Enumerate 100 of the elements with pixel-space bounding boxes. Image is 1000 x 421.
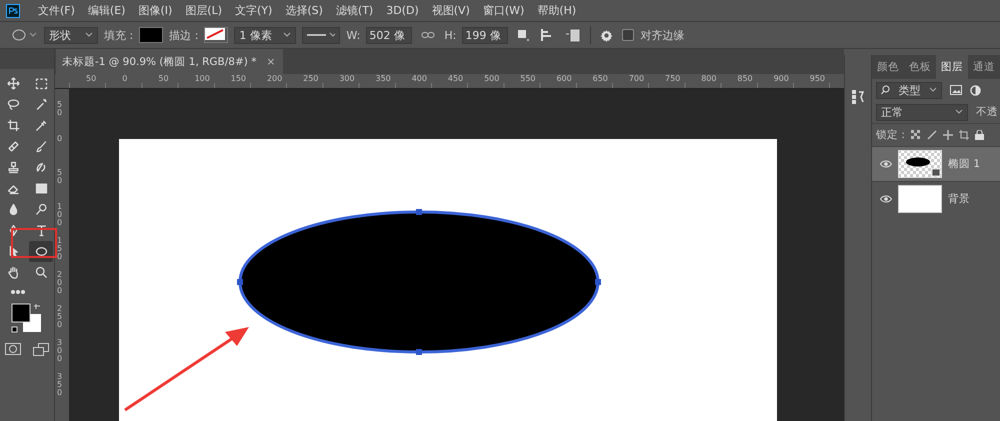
mode-dropdown[interactable]: 形状 bbox=[44, 26, 98, 44]
close-tab-button[interactable]: × bbox=[266, 56, 276, 68]
panel-tab[interactable]: 图层 bbox=[936, 55, 968, 79]
menu-item[interactable]: 编辑(E) bbox=[88, 3, 126, 18]
stack-arrange-icon[interactable] bbox=[565, 28, 582, 42]
move-lock-icon[interactable] bbox=[942, 130, 953, 140]
ruler-label: 700 bbox=[628, 74, 646, 85]
menu-item[interactable]: 图层(L) bbox=[185, 3, 222, 18]
layer-row[interactable]: 椭圆 1 bbox=[872, 146, 1000, 181]
stroke-label: 描边 : bbox=[169, 28, 198, 42]
path-operations-icon[interactable] bbox=[517, 29, 530, 41]
ruler-label: 350 bbox=[56, 373, 63, 399]
ruler-label: 900 bbox=[772, 74, 790, 85]
width-field[interactable]: 502 像 bbox=[366, 26, 412, 44]
document-tab[interactable]: 未标题-1 @ 90.9% (椭圆 1, RGB/8#) * × bbox=[56, 49, 284, 74]
more-tools-icon[interactable] bbox=[10, 289, 26, 295]
image-filter-icon[interactable] bbox=[950, 85, 962, 95]
eye-icon[interactable] bbox=[880, 195, 892, 203]
ellipse-shape[interactable] bbox=[237, 209, 601, 355]
healing-icon bbox=[6, 139, 20, 154]
ellipse-icon bbox=[34, 244, 48, 259]
ruler-label: 50 bbox=[85, 74, 98, 85]
ruler-label: 150 bbox=[230, 74, 248, 85]
opacity-label: 不透 bbox=[976, 105, 998, 119]
ruler-label: 100 bbox=[56, 203, 63, 229]
fill-swatch[interactable] bbox=[139, 27, 164, 43]
ruler-label: 450 bbox=[446, 74, 464, 85]
move-icon bbox=[6, 76, 20, 91]
screen-mode-icon[interactable] bbox=[33, 343, 49, 356]
ruler-label: 100 bbox=[194, 74, 211, 85]
marquee-icon bbox=[34, 76, 48, 91]
menu-item[interactable]: 文字(Y) bbox=[235, 3, 272, 18]
menu-item[interactable]: 窗口(W) bbox=[482, 3, 524, 18]
layer-name: 背景 bbox=[948, 192, 970, 206]
ruler-label: 0 bbox=[121, 74, 128, 85]
ruler-label: 650 bbox=[592, 74, 609, 85]
align-edges-checkbox[interactable] bbox=[622, 29, 634, 41]
panel-tab[interactable]: 色板 bbox=[904, 55, 936, 79]
ruler-label: 200 bbox=[266, 74, 284, 85]
ruler-label: 250 bbox=[302, 74, 320, 85]
layer-name: 椭圆 1 bbox=[948, 157, 980, 171]
layer-filter-dropdown[interactable]: 类型 bbox=[876, 82, 942, 98]
layer-row[interactable]: 背景 bbox=[872, 181, 1000, 216]
menu-item[interactable]: 图像(I) bbox=[138, 3, 172, 18]
solid-line-icon bbox=[307, 33, 326, 37]
ruler-label: 150 bbox=[56, 237, 63, 263]
height-field[interactable]: 199 像 bbox=[462, 26, 508, 44]
brush-lock-icon[interactable] bbox=[926, 130, 937, 140]
ruler-label: 200 bbox=[56, 271, 63, 297]
ruler-label: 800 bbox=[700, 74, 718, 85]
lock-transparency-icon[interactable] bbox=[910, 130, 921, 140]
stroke-type-dropdown[interactable] bbox=[302, 26, 340, 44]
stamp-icon bbox=[6, 160, 20, 175]
menu-item[interactable]: 文件(F) bbox=[38, 3, 75, 18]
ruler-label: 350 bbox=[374, 74, 392, 85]
app-logo-icon bbox=[6, 4, 20, 18]
settings-icon[interactable] bbox=[600, 28, 614, 42]
hand-icon bbox=[6, 265, 20, 280]
gradient-icon bbox=[34, 181, 48, 196]
ruler-label: 400 bbox=[410, 74, 428, 85]
lock-label: 锁定 : bbox=[876, 128, 905, 142]
menu-item[interactable]: 选择(S) bbox=[285, 3, 323, 18]
link-icon[interactable] bbox=[421, 31, 436, 39]
ruler-label: 50 bbox=[157, 74, 170, 85]
menu-item[interactable]: 视图(V) bbox=[432, 3, 470, 18]
tool-button[interactable] bbox=[29, 241, 53, 262]
align-icon[interactable] bbox=[541, 29, 554, 41]
ruler-label: 950 bbox=[808, 74, 826, 85]
blend-mode-dropdown[interactable]: 正常 bbox=[876, 104, 968, 120]
chevron-down-icon bbox=[328, 32, 336, 38]
crop-icon bbox=[6, 118, 20, 133]
menu-item[interactable]: 滤镜(T) bbox=[336, 3, 374, 18]
ruler-label: 0 bbox=[56, 135, 63, 145]
dodge-icon bbox=[34, 202, 48, 217]
ruler-label: 500 bbox=[483, 74, 500, 85]
menu-item[interactable]: 3D(D) bbox=[386, 4, 419, 17]
chevron-down-icon bbox=[283, 32, 292, 38]
eye-icon[interactable] bbox=[880, 160, 892, 168]
artboard-lock-icon[interactable] bbox=[958, 130, 969, 140]
tool-preset-picker[interactable] bbox=[12, 29, 38, 41]
ruler-label: 50 bbox=[56, 169, 63, 187]
ruler-label: 850 bbox=[736, 74, 754, 85]
brush-icon bbox=[34, 139, 48, 154]
fill-label: 填充 : bbox=[104, 28, 134, 42]
panel-tab[interactable]: 颜色 bbox=[872, 55, 904, 79]
lock-icon[interactable] bbox=[974, 130, 984, 140]
chevron-down-icon bbox=[929, 87, 937, 93]
panel-tab[interactable]: 通道 bbox=[968, 55, 1000, 79]
ruler-label: 300 bbox=[338, 74, 356, 85]
adjustment-filter-icon[interactable] bbox=[970, 84, 981, 96]
stroke-width-dropdown[interactable]: 1 像素 bbox=[234, 26, 296, 44]
quick-mask-icon[interactable] bbox=[5, 343, 21, 355]
annotation-box bbox=[11, 228, 57, 258]
menu-item[interactable]: 帮助(H) bbox=[537, 3, 576, 18]
lasso-icon bbox=[6, 97, 20, 112]
ruler-label: 600 bbox=[555, 74, 573, 85]
ruler-label: 550 bbox=[519, 74, 537, 85]
shape-layer-thumbnail bbox=[898, 150, 942, 178]
ruler-label: 50 bbox=[56, 101, 63, 119]
stroke-swatch[interactable] bbox=[204, 27, 228, 43]
